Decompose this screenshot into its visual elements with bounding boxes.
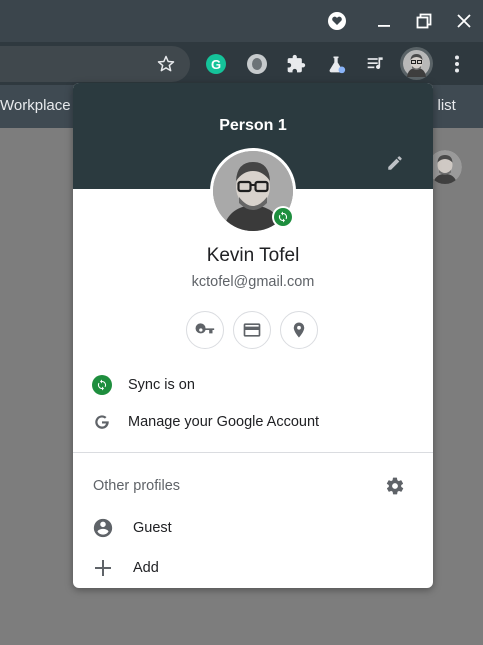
browser-toolbar: G [0,42,483,85]
manage-account-row[interactable]: Manage your Google Account [73,404,433,440]
guest-account-icon [92,517,114,539]
extension-icon[interactable] [245,52,269,76]
plus-icon [92,557,114,579]
page-avatar [428,150,462,184]
profile-menu: Person 1 Kevin Tofel kctofel@gmail.com S… [73,83,433,588]
divider [73,452,433,453]
grammarly-icon[interactable]: G [204,52,228,76]
user-name: Kevin Tofel [206,245,300,266]
other-profiles-heading: Other profiles [93,478,181,494]
passwords-key-icon[interactable] [186,311,224,349]
bookmark-star-icon[interactable] [156,54,176,74]
gear-icon[interactable] [384,475,406,497]
add-profile-row[interactable]: Add [73,550,433,586]
profile-avatar-button[interactable] [400,47,433,80]
manage-account-label: Manage your Google Account [128,414,320,430]
puzzle-icon[interactable] [284,52,308,76]
window-titlebar [0,0,483,42]
guest-profile-row[interactable]: Guest [73,510,433,546]
sync-status-badge [272,206,294,228]
restore-icon[interactable] [411,8,437,34]
addresses-location-icon[interactable] [280,311,318,349]
add-label: Add [133,560,159,576]
labs-icon[interactable] [324,52,348,76]
payment-card-icon[interactable] [233,311,271,349]
profile-header-title: Person 1 [219,117,287,134]
bookmark-workplace[interactable]: Workplace [0,97,71,114]
user-email: kctofel@gmail.com [191,274,315,290]
more-menu-icon[interactable] [445,52,469,76]
sync-row[interactable]: Sync is on [73,367,433,403]
heart-badge-icon[interactable] [324,8,350,34]
sync-label: Sync is on [128,377,195,393]
omnibox[interactable] [0,46,190,82]
edit-pencil-icon[interactable] [383,151,407,175]
minimize-icon[interactable] [371,8,397,34]
media-control-icon[interactable] [364,52,388,76]
google-g-icon [91,411,113,433]
close-icon[interactable] [451,8,477,34]
guest-label: Guest [133,520,172,536]
sync-icon [91,374,113,396]
